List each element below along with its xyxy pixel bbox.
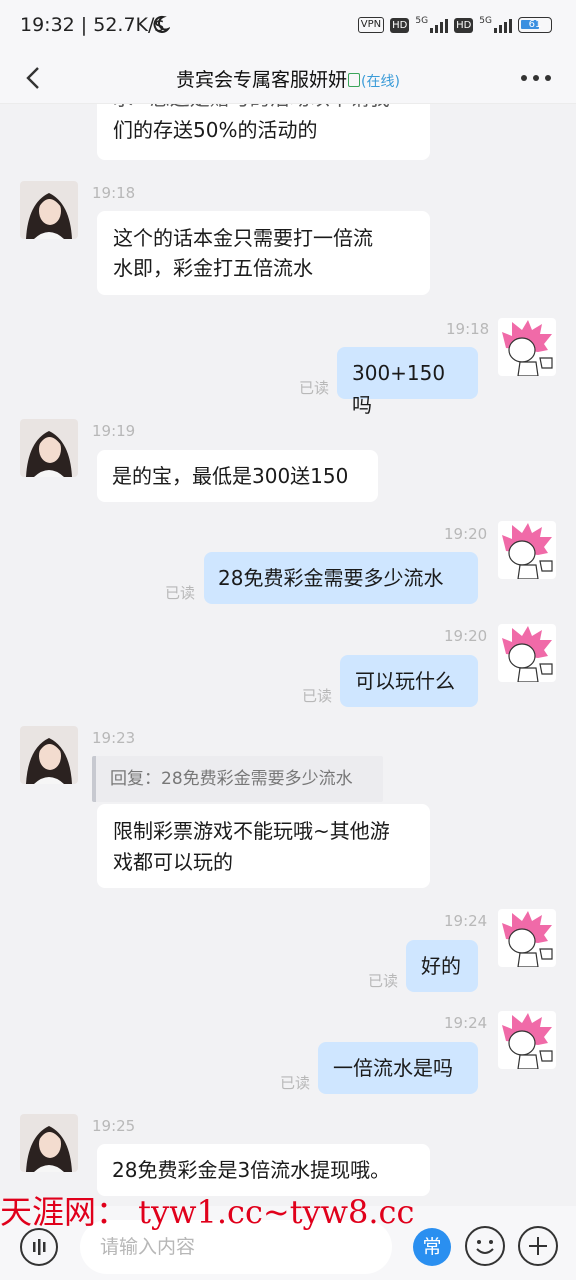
message-bubble[interactable]: 是的宝，最低是300送150 bbox=[97, 450, 378, 502]
message-time: 19:19 bbox=[92, 422, 136, 440]
reply-quote[interactable]: 回复：28免费彩金需要多少流水 bbox=[92, 756, 383, 802]
read-status: 已读 bbox=[368, 972, 399, 990]
phone-icon bbox=[348, 73, 361, 87]
online-status: (在线) bbox=[361, 74, 400, 90]
message-text: 水即，彩金打五倍流水 bbox=[113, 256, 313, 280]
read-status: 已读 bbox=[165, 584, 196, 602]
message-text: 限制彩票游戏不能玩哦~其他游 bbox=[113, 819, 390, 843]
read-status: 已读 bbox=[280, 1074, 311, 1092]
message-text: 这个的话本金只需要打一倍流 bbox=[113, 226, 373, 250]
message-text: 求~您这是赠与的活动以中请我 bbox=[113, 104, 414, 114]
chat-header: 贵宾会专属客服妍妍 (在线) bbox=[0, 52, 576, 104]
message-time: 19:24 bbox=[444, 912, 488, 930]
chat-title: 贵宾会专属客服妍妍 (在线) bbox=[0, 65, 576, 92]
message-time: 19:24 bbox=[444, 1014, 488, 1032]
message-text: 28免费彩金是3倍流水提现哦。 bbox=[112, 1158, 391, 1182]
agent-avatar[interactable] bbox=[20, 1114, 78, 1172]
message-time: 19:18 bbox=[446, 320, 490, 338]
message-bubble[interactable]: 28免费彩金需要多少流水 bbox=[204, 552, 478, 604]
status-bar: 19:32 | 52.7K/s VPN HD 5G HD 5G 61 bbox=[0, 0, 576, 52]
read-status: 已读 bbox=[302, 687, 333, 705]
signal-icon bbox=[430, 17, 449, 33]
message-text: 一倍流水是吗 bbox=[333, 1056, 453, 1080]
status-time: 19:32 | 52.7K/s bbox=[20, 14, 165, 36]
agent-avatar[interactable] bbox=[20, 419, 78, 477]
user-avatar[interactable] bbox=[498, 909, 556, 967]
user-avatar[interactable] bbox=[498, 1011, 556, 1069]
agent-avatar[interactable] bbox=[20, 726, 78, 784]
message-bubble[interactable]: 一倍流水是吗 bbox=[318, 1042, 478, 1094]
message-time: 19:23 bbox=[92, 729, 136, 747]
vpn-indicator: VPN bbox=[357, 17, 385, 33]
emoji-icon[interactable] bbox=[465, 1226, 505, 1266]
hd-indicator: HD bbox=[390, 17, 410, 33]
common-phrases-button[interactable]: 常 bbox=[413, 1228, 451, 1266]
message-bubble[interactable]: 求~您这是赠与的活动以中请我 们的存送50%的活动的 bbox=[97, 104, 430, 160]
message-time: 19:25 bbox=[92, 1117, 136, 1135]
message-text: 们的存送50%的活动的 bbox=[113, 118, 318, 142]
battery-icon: 61 bbox=[518, 17, 552, 33]
message-text: 戏都可以玩的 bbox=[113, 850, 233, 874]
message-time: 19:20 bbox=[444, 525, 488, 543]
message-text: 好的 bbox=[421, 954, 461, 978]
network-type-2: 5G bbox=[479, 16, 492, 26]
message-bubble[interactable]: 可以玩什么 bbox=[340, 655, 478, 707]
message-bubble[interactable]: 300+150吗 bbox=[337, 347, 478, 417]
contact-name: 贵宾会专属客服妍妍 bbox=[176, 69, 348, 91]
message-bubble[interactable]: 好的 bbox=[406, 940, 478, 992]
message-text: 28免费彩金需要多少流水 bbox=[218, 566, 444, 590]
battery-level: 61 bbox=[528, 19, 542, 30]
moon-icon bbox=[150, 14, 172, 38]
hd-indicator-2: HD bbox=[454, 17, 474, 33]
more-dots-icon[interactable] bbox=[518, 66, 554, 90]
message-text: 300+150吗 bbox=[352, 361, 446, 417]
watermark: 天涯网： tyw1.cc~tyw8.cc bbox=[0, 1193, 415, 1231]
message-list[interactable]: 求~您这是赠与的活动以中请我 们的存送50%的活动的 19:18 这个的话本金只… bbox=[0, 104, 576, 1196]
network-type: 5G bbox=[415, 16, 429, 26]
message-bubble[interactable]: 限制彩票游戏不能玩哦~其他游 戏都可以玩的 bbox=[97, 804, 430, 888]
user-avatar[interactable] bbox=[498, 624, 556, 682]
plus-icon[interactable] bbox=[518, 1226, 558, 1266]
signal-icon-2 bbox=[494, 17, 512, 33]
agent-avatar[interactable] bbox=[20, 181, 78, 239]
message-time: 19:18 bbox=[92, 184, 136, 202]
message-text: 可以玩什么 bbox=[355, 669, 455, 693]
user-avatar[interactable] bbox=[498, 318, 556, 376]
message-time: 19:20 bbox=[444, 627, 488, 645]
user-avatar[interactable] bbox=[498, 521, 556, 579]
message-bubble[interactable]: 28免费彩金是3倍流水提现哦。 bbox=[97, 1144, 430, 1196]
voice-icon[interactable] bbox=[20, 1228, 58, 1266]
read-status: 已读 bbox=[299, 379, 330, 397]
message-bubble[interactable]: 这个的话本金只需要打一倍流 水即，彩金打五倍流水 bbox=[97, 211, 430, 295]
message-text: 是的宝，最低是300送150 bbox=[112, 464, 349, 488]
